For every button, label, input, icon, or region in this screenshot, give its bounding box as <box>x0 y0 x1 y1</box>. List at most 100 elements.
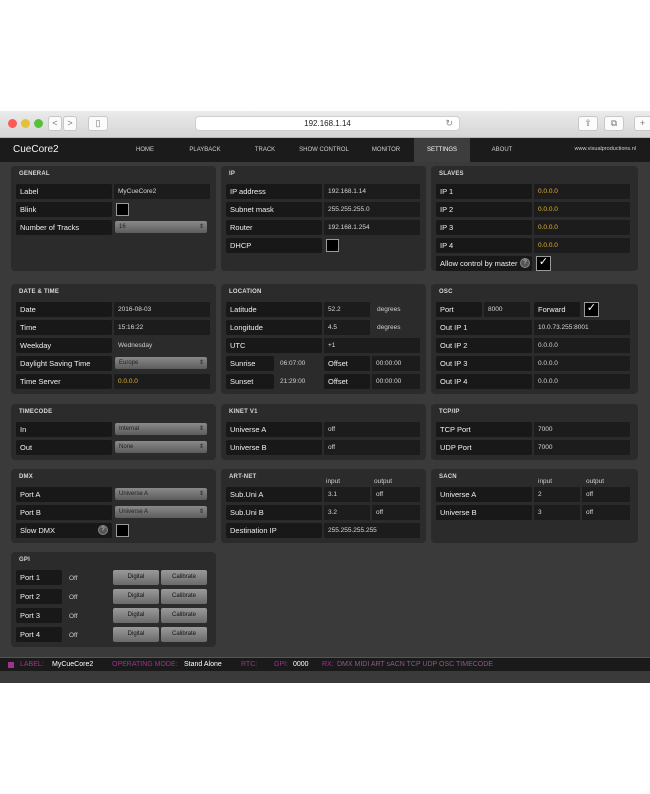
forward-checkbox[interactable]: ✓ <box>584 302 599 317</box>
panel-title: IP <box>229 171 236 177</box>
utc-field[interactable]: +1 <box>324 338 420 353</box>
kinet-universe-a-field[interactable]: off <box>324 422 420 437</box>
dhcp-checkbox[interactable] <box>326 239 339 252</box>
artnet-subuni-b-label: Sub.Uni B <box>226 505 322 520</box>
tab-about[interactable]: ABOUT <box>470 138 534 162</box>
number-of-tracks-label: Number of Tracks <box>16 220 112 235</box>
sacn-universe-a-input[interactable]: 2 <box>534 487 580 502</box>
sunset-offset-field[interactable]: 00:00:00 <box>372 374 420 389</box>
sacn-universe-b-output[interactable]: off <box>582 505 630 520</box>
tab-playback[interactable]: PLAYBACK <box>170 138 240 162</box>
tab-home[interactable]: HOME <box>120 138 170 162</box>
out-ip1-field[interactable]: 10.0.73.255:8001 <box>534 320 630 335</box>
slave-ip4-field[interactable]: 0.0.0.0 <box>534 238 630 253</box>
status-indicator-icon <box>8 662 14 668</box>
slave-ip2-field[interactable]: 0.0.0.0 <box>534 202 630 217</box>
longitude-unit: degrees <box>377 324 401 331</box>
browser-window: < > ▯ 192.168.1.14 ↻ ⇪ ⧉ + CueCore2 HOME… <box>0 111 650 683</box>
minimize-window-button[interactable] <box>21 119 30 128</box>
gpi-calibrate-button[interactable]: Calibrate <box>161 608 207 623</box>
panel-title: GPI <box>19 557 30 563</box>
artnet-subuni-b-input[interactable]: 3.2 <box>324 505 370 520</box>
router-field[interactable]: 192.168.1.254 <box>324 220 420 235</box>
dst-select[interactable]: Europe ⇕ <box>115 357 207 369</box>
kinet-universe-b-field[interactable]: off <box>324 440 420 455</box>
sunset-value: 21:29:00 <box>280 378 306 385</box>
tab-track[interactable]: TRACK <box>240 138 290 162</box>
share-icon[interactable]: ⇪ <box>578 116 598 131</box>
artnet-subuni-a-input[interactable]: 3.1 <box>324 487 370 502</box>
zoom-window-button[interactable] <box>34 119 43 128</box>
dmx-port-b-select[interactable]: Universe A ⇕ <box>115 506 207 518</box>
ip-panel: IP IP address 192.168.1.14 Subnet mask 2… <box>221 166 426 271</box>
timecode-out-label: Out <box>16 440 112 455</box>
osc-panel: OSC Port 8000 Forward ✓ Out IP 1 10.0.73… <box>431 284 638 394</box>
sunrise-offset-field[interactable]: 00:00:00 <box>372 356 420 371</box>
ip-address-field[interactable]: 192.168.1.14 <box>324 184 420 199</box>
destination-ip-field[interactable]: 255.255.255.255 <box>324 523 420 538</box>
artnet-subuni-a-output[interactable]: off <box>372 487 420 502</box>
udp-port-label: UDP Port <box>436 440 532 455</box>
gpi-port-state: Off <box>69 575 78 582</box>
forward-label: Forward <box>534 302 580 317</box>
sacn-universe-b-input[interactable]: 3 <box>534 505 580 520</box>
slave-ip1-field[interactable]: 0.0.0.0 <box>534 184 630 199</box>
time-field[interactable]: 15:16:22 <box>114 320 210 335</box>
reload-icon[interactable]: ↻ <box>445 117 453 130</box>
gpi-port-label: Port 2 <box>16 589 62 604</box>
website-link[interactable]: www.visualproductions.nl <box>575 146 636 152</box>
blink-checkbox[interactable] <box>116 203 129 216</box>
tab-settings[interactable]: SETTINGS <box>414 138 470 162</box>
udp-port-field[interactable]: 7000 <box>534 440 630 455</box>
new-tab-icon[interactable]: + <box>634 116 650 131</box>
osc-port-label: Port <box>436 302 482 317</box>
number-of-tracks-select[interactable]: 16 ⇕ <box>115 221 207 233</box>
out-ip2-field[interactable]: 0.0.0.0 <box>534 338 630 353</box>
close-window-button[interactable] <box>8 119 17 128</box>
forward-button[interactable]: > <box>63 116 77 131</box>
help-icon[interactable]: ? <box>98 525 108 535</box>
status-rx-key: RX: <box>322 661 334 668</box>
gpi-digital-button[interactable]: Digital <box>113 627 159 642</box>
gpi-digital-button[interactable]: Digital <box>113 589 159 604</box>
date-field[interactable]: 2016-08-03 <box>114 302 210 317</box>
latitude-label: Latitude <box>226 302 322 317</box>
gpi-calibrate-button[interactable]: Calibrate <box>161 627 207 642</box>
sidebar-icon[interactable]: ▯ <box>88 116 108 131</box>
label-field[interactable]: MyCueCore2 <box>114 184 210 199</box>
tab-monitor[interactable]: MONITOR <box>358 138 414 162</box>
gpi-calibrate-button[interactable]: Calibrate <box>161 570 207 585</box>
out-ip3-label: Out IP 3 <box>436 356 532 371</box>
sacn-universe-a-output[interactable]: off <box>582 487 630 502</box>
slave-ip3-field[interactable]: 0.0.0.0 <box>534 220 630 235</box>
out-ip4-field[interactable]: 0.0.0.0 <box>534 374 630 389</box>
out-ip3-field[interactable]: 0.0.0.0 <box>534 356 630 371</box>
subnet-mask-field[interactable]: 255.255.255.0 <box>324 202 420 217</box>
dhcp-label: DHCP <box>226 238 322 253</box>
timecode-out-select[interactable]: None ⇕ <box>115 441 207 453</box>
back-button[interactable]: < <box>48 116 62 131</box>
time-server-field[interactable]: 0.0.0.0 <box>114 374 210 389</box>
gpi-calibrate-button[interactable]: Calibrate <box>161 589 207 604</box>
artnet-subuni-b-output[interactable]: off <box>372 505 420 520</box>
tab-show-control[interactable]: SHOW CONTROL <box>290 138 358 162</box>
address-bar[interactable]: 192.168.1.14 ↻ <box>195 116 460 131</box>
select-arrow-icon: ⇕ <box>198 224 204 230</box>
allow-control-checkbox[interactable]: ✓ <box>536 256 551 271</box>
kinet-universe-a-label: Universe A <box>226 422 322 437</box>
dmx-port-a-select[interactable]: Universe A ⇕ <box>115 488 207 500</box>
timecode-in-select[interactable]: Internal ⇕ <box>115 423 207 435</box>
sunrise-value: 06:07:00 <box>280 360 306 367</box>
tcpip-panel: TCP/IP TCP Port 7000 UDP Port 7000 <box>431 404 638 460</box>
longitude-field[interactable]: 4.5 <box>324 320 370 335</box>
slow-dmx-checkbox[interactable] <box>116 524 129 537</box>
gpi-digital-button[interactable]: Digital <box>113 608 159 623</box>
tabs-icon[interactable]: ⧉ <box>604 116 624 131</box>
panel-title: GENERAL <box>19 171 50 177</box>
latitude-field[interactable]: 52.2 <box>324 302 370 317</box>
gpi-digital-button[interactable]: Digital <box>113 570 159 585</box>
help-icon[interactable]: ? <box>520 258 530 268</box>
tcp-port-field[interactable]: 7000 <box>534 422 630 437</box>
osc-port-field[interactable]: 8000 <box>484 302 530 317</box>
subnet-mask-label: Subnet mask <box>226 202 322 217</box>
